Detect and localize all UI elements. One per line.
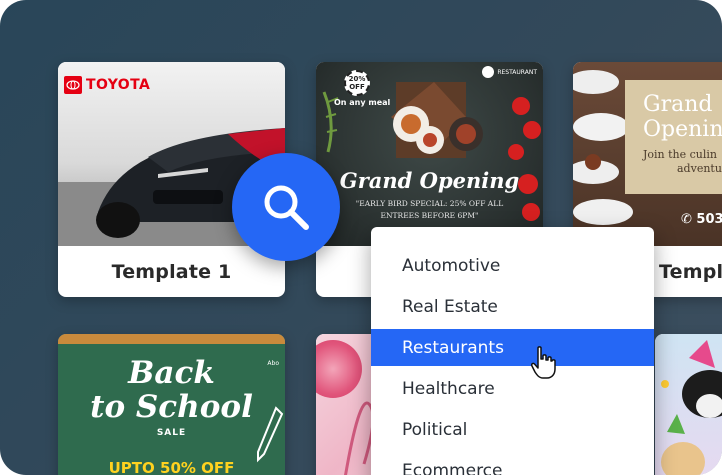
restaurant-logo-text: RESTAURANT bbox=[497, 68, 537, 76]
promo-text: UPTO 50% OFF bbox=[108, 459, 235, 475]
template-card-4[interactable]: Abo Back to School SALE UPTO 50% OFF bbox=[58, 334, 285, 475]
phone-number: ✆ 503 bbox=[681, 212, 722, 227]
join-line-2: adventure bbox=[677, 162, 722, 175]
menu-item-real-estate[interactable]: Real Estate bbox=[371, 288, 654, 325]
menu-item-automotive[interactable]: Automotive bbox=[371, 247, 654, 284]
on-any-meal-text: On any meal bbox=[334, 98, 391, 107]
grand-opening-thumbnail: Grand Opening Join the culin adventure ✆… bbox=[573, 62, 722, 246]
bts-line-2: to School bbox=[90, 389, 253, 425]
menu-item-ecommerce[interactable]: Ecommerce bbox=[371, 452, 654, 475]
phone-icon: ✆ bbox=[681, 212, 697, 227]
heading-line-2: Opening bbox=[643, 117, 722, 142]
template-card-1-label: Template 1 bbox=[111, 260, 232, 283]
sale-text: SALE bbox=[156, 428, 187, 438]
phone-text: 503 bbox=[696, 212, 722, 227]
discount-badge: 20% OFF bbox=[344, 70, 370, 96]
menu-item-healthcare[interactable]: Healthcare bbox=[371, 370, 654, 407]
join-line-1: Join the culin bbox=[643, 148, 718, 161]
wood-border bbox=[58, 334, 285, 344]
hand-cursor-icon bbox=[531, 346, 556, 379]
heading-line-1: Grand bbox=[643, 92, 713, 117]
search-button[interactable] bbox=[232, 153, 340, 261]
menu-item-political[interactable]: Political bbox=[371, 411, 654, 448]
dog-party-image bbox=[661, 340, 722, 475]
template-card-6[interactable] bbox=[655, 334, 722, 475]
early-bird-text: "EARLY BIRD SPECIAL: 25% OFF ALL ENTREES… bbox=[355, 199, 504, 220]
back-to-school-title: Back to School bbox=[58, 356, 285, 424]
toyota-logo: TOYOTA bbox=[64, 76, 150, 94]
discount-badge-bottom: OFF bbox=[349, 83, 365, 91]
category-dropdown[interactable]: Automotive Real Estate Restaurants Healt… bbox=[371, 227, 654, 475]
restaurant-logo: RESTAURANT bbox=[482, 66, 537, 78]
pencil-icon bbox=[257, 406, 284, 463]
discount-badge-top: 20% bbox=[348, 75, 366, 83]
template-gallery: TOYOTA Template 1 20% OFF On any meal RE… bbox=[0, 0, 722, 475]
menu-item-restaurants[interactable]: Restaurants bbox=[371, 329, 654, 366]
birthday-dog-thumbnail bbox=[655, 334, 722, 475]
restaurant-logo-icon bbox=[482, 66, 495, 78]
search-icon bbox=[264, 185, 309, 230]
back-to-school-thumbnail: Abo Back to School SALE UPTO 50% OFF bbox=[58, 334, 285, 475]
toyota-emblem-icon bbox=[64, 76, 82, 94]
bts-line-1: Back bbox=[128, 355, 215, 391]
grand-opening-title: Grand Opening bbox=[339, 168, 520, 193]
toyota-brand-text: TOYOTA bbox=[86, 77, 151, 93]
join-text: Join the culin adventure bbox=[643, 148, 722, 176]
restaurant-thumbnail: 20% OFF On any meal RESTAURANT Grand Ope… bbox=[316, 62, 543, 246]
grand-opening-heading: Grand Opening bbox=[643, 92, 722, 142]
